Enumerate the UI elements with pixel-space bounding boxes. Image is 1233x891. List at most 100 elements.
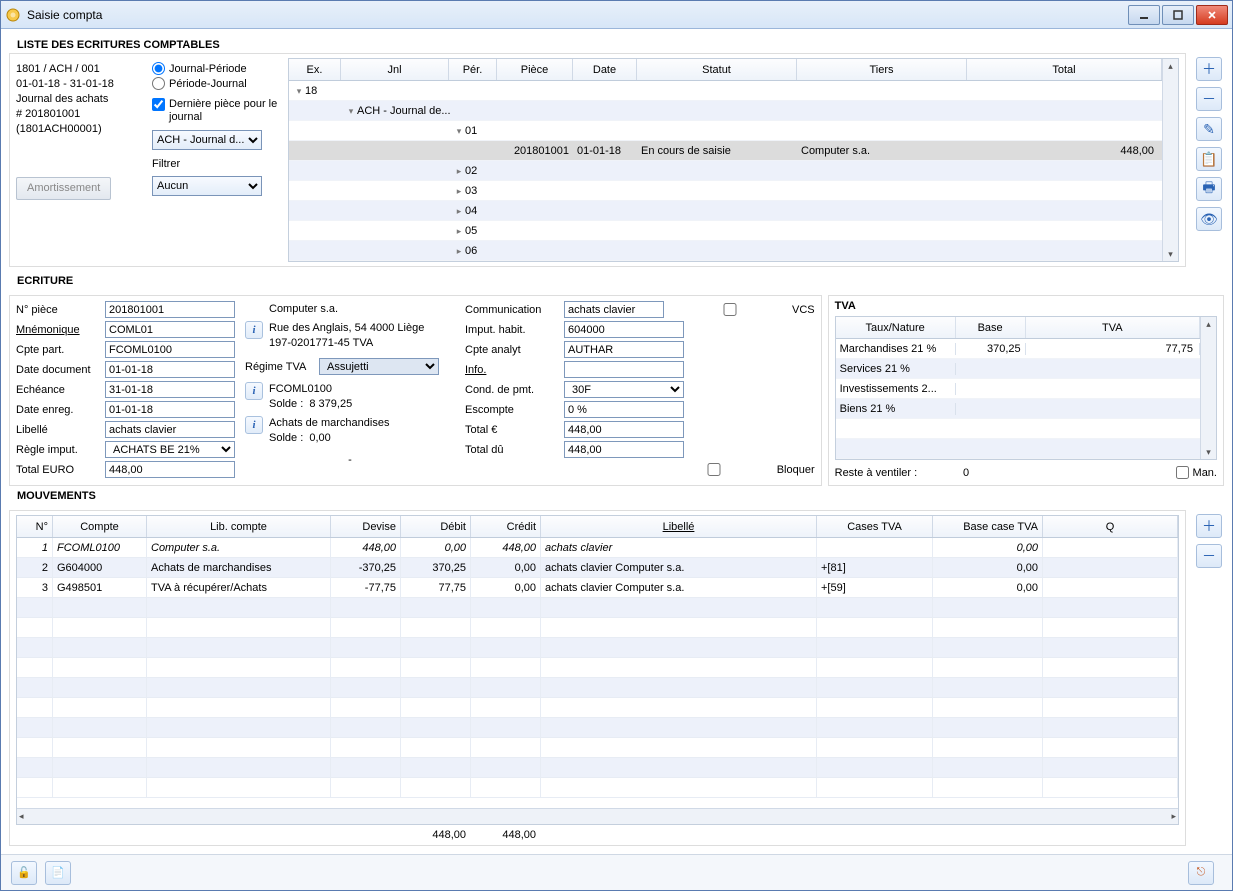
- mov-add-button[interactable]: ＋: [1196, 514, 1222, 538]
- bloquer-check[interactable]: [654, 463, 774, 476]
- imp-habit-input[interactable]: [564, 321, 684, 338]
- libelle-input[interactable]: [105, 421, 235, 438]
- tva-col-tva[interactable]: TVA: [1026, 317, 1200, 338]
- mov-row[interactable]: [17, 778, 1178, 798]
- col-ex[interactable]: Ex.: [289, 59, 341, 80]
- mouv-table[interactable]: N° Compte Lib. compte Devise Débit Crédi…: [16, 515, 1179, 825]
- mov-col-lib[interactable]: Lib. compte: [147, 516, 331, 537]
- mov-col-devise[interactable]: Devise: [331, 516, 401, 537]
- col-piece[interactable]: Pièce: [497, 59, 573, 80]
- col-date[interactable]: Date: [573, 59, 637, 80]
- opt-periode-journal[interactable]: Période-Journal: [152, 77, 282, 90]
- chevron-down-icon[interactable]: ▾: [293, 86, 305, 97]
- chevron-down-icon[interactable]: ▾: [453, 126, 465, 137]
- col-total[interactable]: Total: [967, 59, 1162, 80]
- mov-col-n[interactable]: N°: [17, 516, 53, 537]
- date-enreg-input[interactable]: [105, 401, 235, 418]
- tree-row-period[interactable]: ▸03: [289, 181, 1162, 201]
- vertical-scrollbar[interactable]: ▴ ▾: [1162, 59, 1178, 261]
- echeance-input[interactable]: [105, 381, 235, 398]
- tva-row[interactable]: Investissements 2...: [836, 379, 1200, 399]
- cpte-part-input[interactable]: [105, 341, 235, 358]
- mov-row[interactable]: [17, 598, 1178, 618]
- scroll-down-icon[interactable]: ▾: [1163, 247, 1178, 261]
- man-check-wrap[interactable]: Man.: [1176, 466, 1217, 479]
- edit-button[interactable]: ✎: [1196, 117, 1222, 141]
- tva-col-taux[interactable]: Taux/Nature: [836, 317, 956, 338]
- mov-row[interactable]: [17, 638, 1178, 658]
- lbl-info[interactable]: Info.: [465, 364, 560, 376]
- close-button[interactable]: [1196, 5, 1228, 25]
- escompte-input[interactable]: [564, 401, 684, 418]
- regime-select[interactable]: Assujetti: [319, 358, 439, 375]
- tva-row[interactable]: Services 21 %: [836, 359, 1200, 379]
- opt-dernier-piece[interactable]: Dernière pièce pour le journal: [152, 98, 282, 124]
- tva-row[interactable]: Biens 21 %: [836, 399, 1200, 419]
- amortissement-button[interactable]: Amortissement: [16, 177, 111, 200]
- chevron-right-icon[interactable]: ▸: [453, 186, 465, 197]
- mnemo-input[interactable]: [105, 321, 235, 338]
- vcs-check-wrap[interactable]: VCS: [670, 303, 815, 316]
- tree-row-entry[interactable]: 201801001 01-01-18 En cours de saisie Co…: [289, 141, 1162, 161]
- mov-col-compte[interactable]: Compte: [53, 516, 147, 537]
- col-jnl[interactable]: Jnl: [341, 59, 449, 80]
- tree-row-period[interactable]: ▸05: [289, 221, 1162, 241]
- date-doc-input[interactable]: [105, 361, 235, 378]
- col-per[interactable]: Pér.: [449, 59, 497, 80]
- minimize-button[interactable]: [1128, 5, 1160, 25]
- mov-row[interactable]: [17, 658, 1178, 678]
- col-statut[interactable]: Statut: [637, 59, 797, 80]
- regle-select[interactable]: ACHATS BE 21%: [105, 441, 235, 458]
- mov-row[interactable]: [17, 678, 1178, 698]
- mov-col-credit[interactable]: Crédit: [471, 516, 541, 537]
- remove-button[interactable]: －: [1196, 87, 1222, 111]
- liste-table[interactable]: Ex. Jnl Pér. Pièce Date Statut Tiers Tot…: [288, 58, 1179, 262]
- chevron-right-icon[interactable]: ▸: [453, 166, 465, 177]
- tree-row-period[interactable]: ▸06: [289, 241, 1162, 261]
- opt-periode-journal-radio[interactable]: [152, 77, 165, 90]
- tree-row-ex[interactable]: ▾18: [289, 81, 1162, 101]
- filter-select[interactable]: Aucun: [152, 176, 262, 196]
- maximize-button[interactable]: [1162, 5, 1194, 25]
- tva-row[interactable]: [836, 419, 1200, 439]
- scroll-right-icon[interactable]: ▸: [1171, 811, 1176, 822]
- opt-dernier-piece-check[interactable]: [152, 98, 165, 111]
- add-button[interactable]: ＋: [1196, 57, 1222, 81]
- mov-row[interactable]: [17, 738, 1178, 758]
- chevron-right-icon[interactable]: ▸: [453, 226, 465, 237]
- vertical-scrollbar[interactable]: ▴ ▾: [1200, 317, 1216, 459]
- paste-button[interactable]: 📋: [1196, 147, 1222, 171]
- mov-row[interactable]: [17, 758, 1178, 778]
- lock-button[interactable]: 🔓: [11, 861, 37, 885]
- man-check[interactable]: [1176, 466, 1189, 479]
- mov-row[interactable]: [17, 698, 1178, 718]
- opt-journal-periode[interactable]: Journal-Période: [152, 62, 282, 75]
- chevron-right-icon[interactable]: ▸: [453, 246, 465, 257]
- tva-row[interactable]: [836, 439, 1200, 459]
- vcs-check[interactable]: [670, 303, 790, 316]
- opt-journal-periode-radio[interactable]: [152, 62, 165, 75]
- tva-col-base[interactable]: Base: [956, 317, 1026, 338]
- comm-input[interactable]: [564, 301, 664, 318]
- mov-col-basecase[interactable]: Base case TVA: [933, 516, 1043, 537]
- tree-row-period[interactable]: ▸02: [289, 161, 1162, 181]
- total-du-input[interactable]: [564, 441, 684, 458]
- tva-row[interactable]: Marchandises 21 %370,2577,75: [836, 339, 1200, 359]
- mov-row[interactable]: [17, 718, 1178, 738]
- horizontal-scrollbar[interactable]: ◂ ▸: [17, 808, 1178, 824]
- exit-button[interactable]: ⎋: [1188, 861, 1214, 885]
- tree-row-period[interactable]: ▾01: [289, 121, 1162, 141]
- cond-pmt-select[interactable]: 30F: [564, 381, 684, 398]
- mov-col-debit[interactable]: Débit: [401, 516, 471, 537]
- info-input[interactable]: [564, 361, 684, 378]
- imput-info-button[interactable]: i: [245, 416, 263, 434]
- account-info-button[interactable]: i: [245, 382, 263, 400]
- total-eur-input[interactable]: [564, 421, 684, 438]
- mov-row[interactable]: 1FCOML0100Computer s.a.448,000,00448,00a…: [17, 538, 1178, 558]
- scroll-up-icon[interactable]: ▴: [1163, 59, 1178, 73]
- tree-row-jnl[interactable]: ▾ACH - Journal de...: [289, 101, 1162, 121]
- mov-col-cases[interactable]: Cases TVA: [817, 516, 933, 537]
- import-button[interactable]: 📄: [45, 861, 71, 885]
- mov-row[interactable]: [17, 618, 1178, 638]
- journal-select[interactable]: ACH - Journal d...: [152, 130, 262, 150]
